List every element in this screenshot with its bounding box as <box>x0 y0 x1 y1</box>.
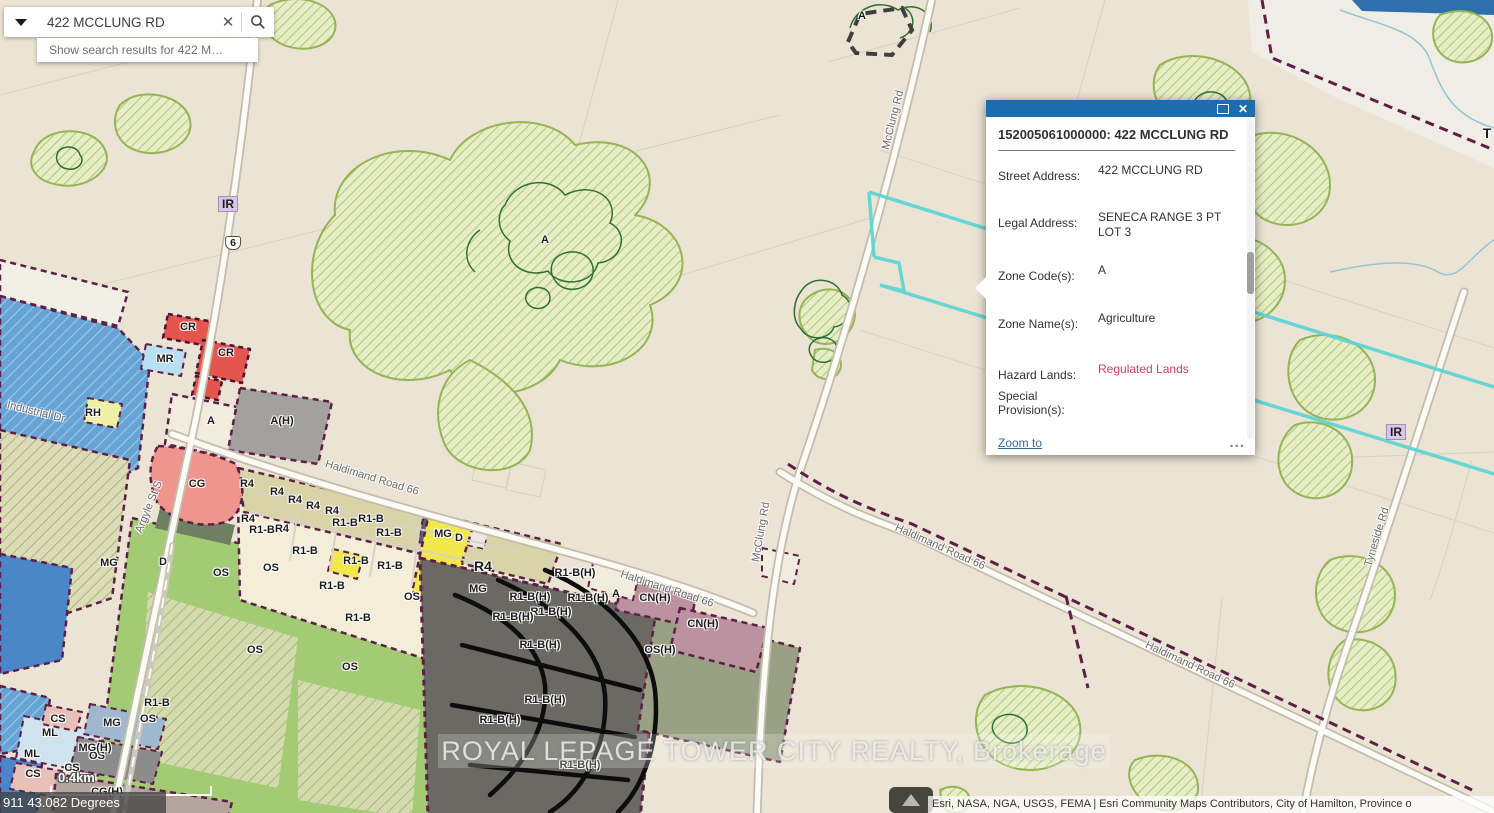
field-label: Zone Name(s): <box>998 311 1098 331</box>
close-icon[interactable]: ✕ <box>1238 103 1248 115</box>
popup-body: 152005061000000: 422 MCCLUNG RD Street A… <box>986 117 1255 417</box>
popup-title: 152005061000000: 422 MCCLUNG RD <box>998 127 1235 142</box>
coordinates-readout: 911 43.082 Degrees <box>0 792 166 813</box>
field-label: Special Provision(s): <box>998 383 1098 418</box>
popup-header: ✕ <box>986 100 1255 117</box>
field-hazard-lands: Hazard Lands: Regulated Lands <box>998 362 1235 382</box>
maximize-icon[interactable] <box>1217 104 1229 114</box>
chevron-down-icon <box>15 19 27 26</box>
search-suggestion[interactable]: Show search results for 422 M… <box>37 38 258 62</box>
attribution-text: Esri, NASA, NGA, USGS, FEMA | Esri Commu… <box>928 796 1494 813</box>
popup-scrollbar-thumb[interactable] <box>1247 252 1254 294</box>
map-viewport[interactable]: AAAAA(H)IRIR6CRCRMRRHCGMGMGDDR4R4R4R4R4R… <box>0 0 1494 813</box>
watermark: ROYAL LEPAGE TOWER CITY REALTY, Brokerag… <box>438 734 1110 768</box>
search-input[interactable] <box>37 7 215 37</box>
map-graphics <box>0 0 1494 813</box>
field-label: Zone Code(s): <box>998 263 1098 283</box>
field-special-provisions: Special Provision(s): <box>998 383 1235 418</box>
popup-menu-button[interactable]: ... <box>1229 439 1245 447</box>
esri-logo-icon <box>902 794 920 806</box>
field-value: 422 MCCLUNG RD <box>1098 163 1235 178</box>
field-label: Legal Address: <box>998 210 1098 230</box>
search-bar[interactable]: ✕ <box>4 7 274 37</box>
field-zone-name: Zone Name(s): Agriculture <box>998 311 1235 331</box>
popup-pointer <box>975 277 986 299</box>
field-label: Street Address: <box>998 163 1098 183</box>
field-value: Agriculture <box>1098 311 1235 326</box>
field-label: Hazard Lands: <box>998 362 1098 382</box>
field-legal-address: Legal Address: SENECA RANGE 3 PT LOT 3 <box>998 210 1235 240</box>
search-button[interactable] <box>242 7 274 37</box>
feature-popup: ✕ 152005061000000: 422 MCCLUNG RD Street… <box>986 100 1255 455</box>
search-source-dropdown[interactable] <box>4 7 37 37</box>
field-value: Regulated Lands <box>1098 362 1235 377</box>
scale-label: 0.4km <box>58 770 212 785</box>
esri-logo <box>889 787 933 813</box>
field-value: A <box>1098 263 1235 278</box>
popup-divider <box>998 150 1235 151</box>
clear-search-icon[interactable]: ✕ <box>215 7 241 37</box>
zoom-to-link[interactable]: Zoom to <box>998 436 1042 450</box>
field-street-address: Street Address: 422 MCCLUNG RD <box>998 163 1235 183</box>
popup-scrollbar[interactable] <box>1247 120 1254 439</box>
popup-footer: Zoom to ... <box>998 436 1245 450</box>
field-value: SENECA RANGE 3 PT LOT 3 <box>1098 210 1235 240</box>
field-zone-code: Zone Code(s): A <box>998 263 1235 283</box>
search-icon <box>250 14 266 30</box>
